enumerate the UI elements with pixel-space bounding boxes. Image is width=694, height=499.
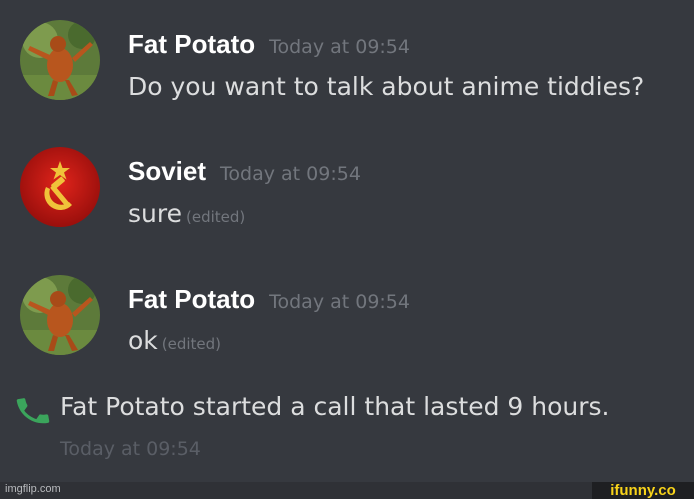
watermark-bar: imgflip.com ifunny.co — [0, 482, 694, 499]
message-content: Do you want to talk about anime tiddies? — [128, 72, 644, 101]
imgflip-watermark: imgflip.com — [5, 483, 61, 495]
author-name[interactable]: Soviet — [128, 156, 206, 186]
author-name[interactable]: Fat Potato — [128, 284, 255, 314]
message-timestamp: Today at 09:54 — [220, 163, 361, 185]
call-timestamp: Today at 09:54 — [60, 438, 201, 460]
message-timestamp: Today at 09:54 — [269, 36, 410, 58]
message-content: ok (edited) — [128, 326, 221, 355]
message-timestamp: Today at 09:54 — [269, 291, 410, 313]
edited-label: (edited) — [161, 335, 222, 353]
phone-icon — [16, 398, 50, 424]
soviet-emblem-avatar[interactable] — [20, 147, 100, 227]
orangutan-avatar[interactable] — [20, 275, 100, 355]
message-text: ok — [128, 326, 158, 355]
message-content: sure (edited) — [128, 199, 245, 228]
author-name[interactable]: Fat Potato — [128, 29, 255, 59]
call-text: Fat Potato started a call that lasted 9 … — [60, 392, 610, 421]
message-text: sure — [128, 199, 182, 228]
ifunny-watermark: ifunny.co — [592, 482, 694, 499]
edited-label: (edited) — [185, 208, 246, 226]
orangutan-avatar[interactable] — [20, 20, 100, 100]
message-text: Do you want to talk about anime tiddies? — [128, 72, 645, 101]
